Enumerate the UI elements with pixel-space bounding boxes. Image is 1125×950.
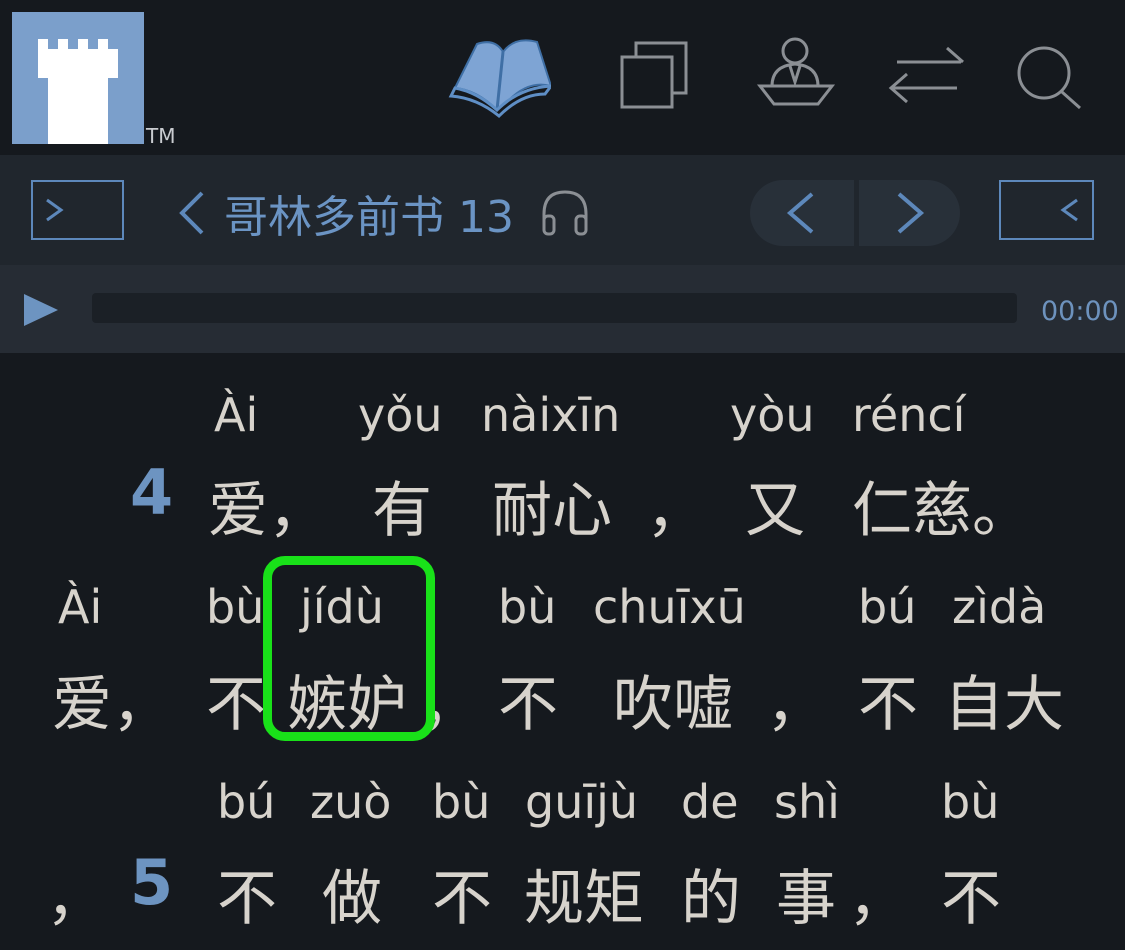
chinese-punctuation: ， (46, 864, 106, 934)
pinyin-word: yòu (730, 388, 815, 442)
chinese-word[interactable]: 仁慈。 (852, 462, 1032, 549)
chinese-word[interactable]: 不 (498, 656, 558, 743)
pinyin-word: zuò (310, 775, 392, 829)
chinese-word[interactable]: 不 (941, 850, 1001, 937)
play-icon[interactable] (22, 292, 60, 328)
chinese-word[interactable]: 爱， (208, 462, 328, 549)
audio-time: 00:00 (1041, 296, 1119, 327)
left-panel-button[interactable] (31, 180, 124, 240)
chinese-word[interactable]: 的 (681, 850, 741, 937)
chinese-word[interactable]: 又 (745, 462, 805, 549)
copy-icon[interactable] (610, 30, 710, 120)
pinyin-word: bù (498, 580, 557, 634)
pinyin-word: de (681, 775, 739, 829)
chinese-word[interactable]: 事 (776, 850, 836, 937)
verse-number: 4 (130, 456, 174, 529)
chinese-word[interactable]: 不 (432, 850, 492, 937)
person-at-desk-icon[interactable] (752, 30, 852, 120)
chinese-word[interactable]: 吹嘘 (613, 656, 733, 743)
chevron-right-icon (897, 192, 925, 234)
search-icon[interactable] (1010, 30, 1110, 120)
chinese-word[interactable]: 爱， (52, 656, 172, 743)
pinyin-word: Ài (58, 580, 103, 634)
trademark-mark: TM (146, 124, 176, 148)
app-logo[interactable] (12, 12, 144, 144)
pinyin-word: bù (206, 580, 265, 634)
pinyin-word: zìdà (952, 580, 1047, 634)
chinese-word[interactable]: 做 (322, 850, 382, 937)
chinese-word[interactable]: 规矩 (524, 850, 644, 937)
chinese-word[interactable]: 耐心 (492, 462, 612, 549)
pinyin-word: bú (217, 775, 276, 829)
headphones-icon[interactable] (538, 186, 592, 240)
pinyin-word: nàixīn (481, 388, 621, 442)
pinyin-word: Ài (214, 388, 259, 442)
previous-chapter-button[interactable] (750, 180, 854, 246)
chinese-word[interactable]: 自大 (944, 656, 1064, 743)
pinyin-word: bù (941, 775, 1000, 829)
pinyin-word: bù (432, 775, 491, 829)
chinese-word[interactable]: 不 (217, 850, 277, 937)
chinese-punctuation: ， (766, 670, 826, 740)
audio-progress-track[interactable] (92, 293, 1017, 323)
verse-number: 5 (130, 846, 174, 919)
castle-tower-icon (38, 39, 118, 144)
chapter-title: 哥林多前书 13 (224, 192, 514, 243)
selected-word-highlight (263, 556, 435, 741)
open-right-panel-icon (1060, 198, 1078, 222)
pinyin-word: guījù (525, 775, 639, 829)
chevron-left-icon (786, 192, 814, 234)
chinese-word[interactable]: 不 (206, 656, 266, 743)
open-left-panel-icon (46, 198, 64, 222)
pinyin-word: chuīxū (593, 580, 746, 634)
pinyin-word: bú (858, 580, 917, 634)
right-panel-button[interactable] (999, 180, 1094, 240)
chinese-word[interactable]: 不 (858, 656, 918, 743)
book-icon[interactable] (447, 30, 555, 120)
chinese-punctuation: ， (848, 864, 908, 934)
swap-arrows-icon[interactable] (885, 30, 985, 120)
chapter-selector[interactable]: 哥林多前书 13 (170, 180, 592, 246)
pinyin-word: réncí (852, 388, 966, 442)
chevron-left-icon (179, 191, 204, 235)
chapter-pager (750, 180, 960, 246)
next-chapter-button[interactable] (859, 180, 960, 246)
chinese-punctuation: ， (646, 476, 706, 546)
pinyin-word: yǒu (358, 388, 443, 442)
pinyin-word: shì (774, 775, 840, 829)
chinese-word[interactable]: 有 (372, 462, 432, 549)
